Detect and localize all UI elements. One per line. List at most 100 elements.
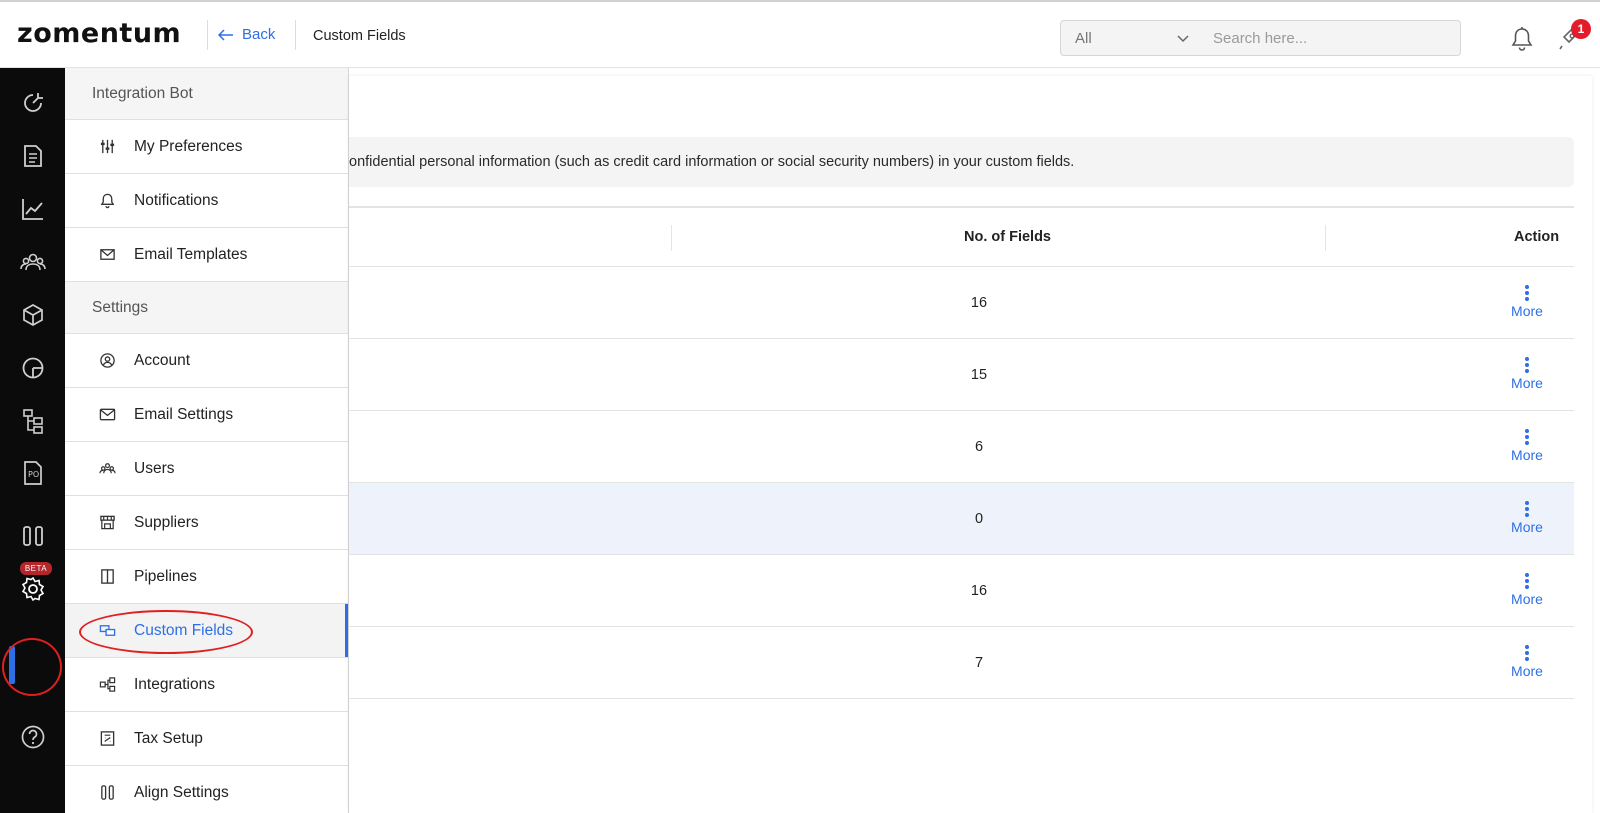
mail-icon [98,246,116,264]
menu-item-label: Account [134,351,191,369]
menu-item-label: Users [134,459,175,477]
arrow-left-icon [218,28,233,41]
more-button[interactable]: More [1507,645,1547,679]
integrations-icon [98,676,116,694]
table-header: No. of Fields Action [349,206,1574,267]
more-label: More [1511,591,1543,607]
more-button[interactable]: More [1507,429,1547,463]
menu-item-suppliers[interactable]: Suppliers [65,496,348,550]
more-label: More [1511,519,1543,535]
more-vertical-icon [1525,573,1529,589]
menu-item-label: Custom Fields [134,621,234,639]
section-settings: Settings [65,282,348,334]
clients-icon[interactable] [20,249,46,275]
table-row[interactable]: 16 More [349,267,1574,339]
table-row[interactable]: 7 More [349,627,1574,699]
user-circle-icon [98,352,116,370]
page-title: Custom Fields [313,28,406,44]
menu-item-my-preferences[interactable]: My Preferences [65,120,348,174]
more-button[interactable]: More [1507,285,1547,319]
table-row[interactable]: 16 More [349,555,1574,627]
table-row[interactable]: 15 More [349,339,1574,411]
menu-item-custom-fields[interactable]: Custom Fields [65,604,348,658]
sliders-icon [98,138,116,156]
reports-icon[interactable] [20,196,46,222]
menu-item-label: Email Settings [134,405,234,423]
more-vertical-icon [1525,357,1529,373]
field-count: 7 [974,655,984,671]
store-icon [98,514,116,532]
field-count: 15 [970,367,988,383]
table-row[interactable]: 6 More [349,411,1574,483]
search-input[interactable] [1200,20,1461,56]
chart-pie-icon[interactable] [20,355,46,381]
menu-item-users[interactable]: Users [65,442,348,496]
menu-item-label: Email Templates [134,245,248,263]
workflow-icon[interactable] [20,408,46,434]
pipelines-icon[interactable] [20,523,46,549]
help-icon[interactable] [20,724,46,750]
main-content: onfidential personal information (such a… [349,68,1600,813]
settings-menu: Integration Bot My Preferences Notificat… [65,68,349,813]
products-icon[interactable] [20,302,46,328]
beta-badge: BETA [20,562,52,575]
filter-value: All [1075,29,1092,47]
search-filter-select[interactable]: All [1060,20,1201,56]
more-vertical-icon [1525,501,1529,517]
menu-item-email-settings[interactable]: Email Settings [65,388,348,442]
menu-item-label: Notifications [134,191,219,209]
more-button[interactable]: More [1507,573,1547,607]
users-icon [98,460,116,478]
column-header-fields[interactable]: No. of Fields [964,229,1051,245]
custom-fields-icon [98,622,116,640]
menu-item-tax-setup[interactable]: Tax Setup [65,712,348,766]
menu-item-pipelines[interactable]: Pipelines [65,550,348,604]
menu-item-email-templates[interactable]: Email Templates [65,228,348,282]
menu-item-notifications[interactable]: Notifications [65,174,348,228]
table-row[interactable]: 0 More [349,483,1574,555]
notification-count-badge: 1 [1571,19,1591,39]
more-label: More [1511,375,1543,391]
envelope-icon [98,406,116,424]
purchase-order-icon[interactable]: PO [20,460,46,486]
top-header: zomentum Back Custom Fields All 1 [0,0,1600,68]
menu-item-label: Suppliers [134,513,199,531]
more-label: More [1511,447,1543,463]
menu-item-label: My Preferences [134,137,243,155]
chevron-down-icon [1177,35,1189,43]
align-icon [98,784,116,802]
svg-text:PO: PO [28,470,39,479]
more-button[interactable]: More [1507,357,1547,391]
more-vertical-icon [1525,645,1529,661]
more-vertical-icon [1525,429,1529,445]
section-integration-bot: Integration Bot [65,68,348,120]
zomentum-logo[interactable]: zomentum [17,18,181,49]
content-card: onfidential personal information (such a… [349,76,1592,813]
header-divider [207,20,208,50]
menu-item-label: Align Settings [134,783,229,801]
bell-icon [98,192,116,210]
field-count: 6 [974,439,984,455]
more-label: More [1511,663,1543,679]
more-button[interactable]: More [1507,501,1547,535]
menu-item-integrations[interactable]: Integrations [65,658,348,712]
custom-fields-table: No. of Fields Action 16 More 15 More 6 M… [349,206,1574,699]
header-divider [295,20,296,50]
menu-item-label: Integrations [134,675,215,693]
columns-icon [98,568,116,586]
settings-icon[interactable] [20,576,46,602]
menu-item-label: Tax Setup [134,729,203,747]
left-icon-rail: PO BETA [0,68,65,813]
column-divider [671,225,672,251]
back-link[interactable]: Back [218,26,275,43]
menu-item-label: Pipelines [134,567,197,585]
notifications-bell-icon[interactable] [1510,26,1534,57]
field-count: 0 [974,511,984,527]
menu-item-align-settings[interactable]: Align Settings [65,766,348,813]
dashboard-icon[interactable] [20,90,46,116]
menu-item-account[interactable]: Account [65,334,348,388]
document-icon[interactable] [20,143,46,169]
field-count: 16 [970,583,988,599]
annotation-circle [2,638,62,696]
back-label: Back [242,26,276,43]
